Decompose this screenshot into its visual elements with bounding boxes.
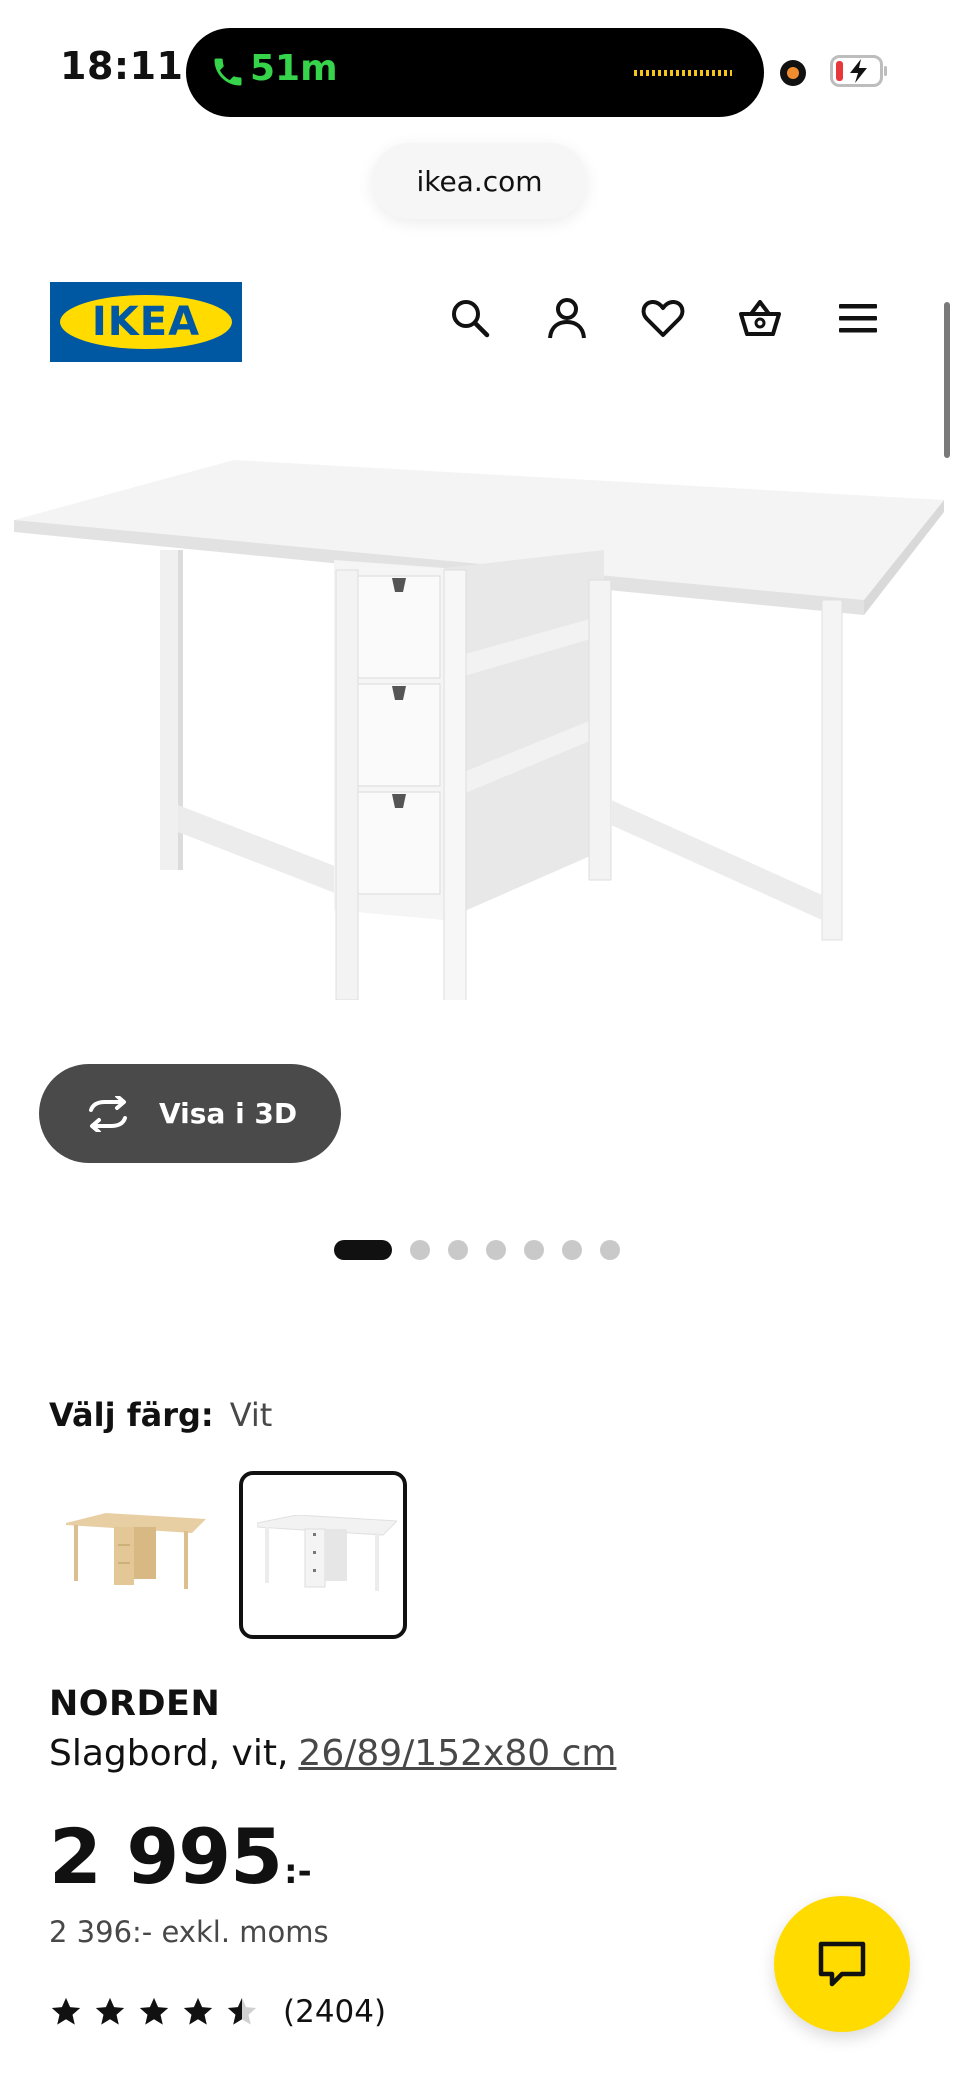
status-time: 18:11 bbox=[60, 44, 184, 88]
view-in-3d-button[interactable]: Visa i 3D bbox=[39, 1064, 341, 1163]
white-table-thumbnail bbox=[257, 1515, 397, 1591]
gallery-dot[interactable] bbox=[410, 1240, 430, 1260]
product-image[interactable] bbox=[14, 450, 944, 1000]
review-count: (2404) bbox=[283, 1994, 387, 2030]
color-swatch-birch[interactable] bbox=[52, 1471, 220, 1639]
star-full-icon bbox=[51, 1997, 81, 2025]
microphone-indicator-icon bbox=[780, 60, 806, 86]
heart-icon[interactable] bbox=[641, 296, 685, 340]
battery-charging-icon bbox=[830, 55, 887, 87]
star-half-icon bbox=[227, 1997, 257, 2025]
product-name: NORDEN bbox=[49, 1684, 221, 1724]
star-full-icon bbox=[139, 1997, 169, 2025]
basket-icon[interactable] bbox=[738, 296, 782, 340]
gallery-dot[interactable] bbox=[524, 1240, 544, 1260]
audio-waveform-icon bbox=[634, 70, 732, 76]
gallery-dot[interactable] bbox=[600, 1240, 620, 1260]
chat-icon bbox=[818, 1941, 866, 1987]
rating-stars[interactable]: (2404) bbox=[49, 1994, 386, 2030]
page-scrollbar[interactable] bbox=[944, 302, 950, 458]
product-type: Slagbord, vit, bbox=[49, 1733, 289, 1774]
gallery-dot[interactable] bbox=[486, 1240, 506, 1260]
star-full-icon bbox=[95, 1997, 125, 2025]
dynamic-island[interactable]: 51m bbox=[186, 28, 764, 117]
color-selected-value: Vit bbox=[229, 1396, 273, 1434]
product-dimensions-link[interactable]: 26/89/152x80 cm bbox=[298, 1733, 616, 1774]
view-in-3d-label: Visa i 3D bbox=[159, 1097, 298, 1130]
color-label-text: Välj färg: bbox=[49, 1396, 214, 1434]
product-price: 2 995:- bbox=[49, 1812, 312, 1901]
gallery-pagination[interactable] bbox=[334, 1240, 620, 1260]
chat-button[interactable] bbox=[774, 1896, 910, 2032]
gallery-dot[interactable] bbox=[562, 1240, 582, 1260]
color-picker-label: Välj färg: Vit bbox=[49, 1396, 272, 1434]
birch-table-thumbnail bbox=[66, 1513, 206, 1589]
price-suffix: :- bbox=[283, 1852, 312, 1892]
ikea-logo[interactable]: IKEA bbox=[50, 282, 242, 362]
search-icon[interactable] bbox=[448, 296, 492, 340]
gallery-dot[interactable] bbox=[448, 1240, 468, 1260]
call-duration: 51m bbox=[250, 48, 338, 89]
color-swatch-white[interactable] bbox=[239, 1471, 407, 1639]
address-bar[interactable]: ikea.com bbox=[372, 143, 587, 219]
product-description: Slagbord, vit, 26/89/152x80 cm bbox=[49, 1733, 616, 1774]
gallery-dot-active[interactable] bbox=[334, 1240, 392, 1260]
price-ex-vat: 2 396:- exkl. moms bbox=[49, 1915, 329, 1949]
phone-icon bbox=[214, 58, 242, 86]
star-full-icon bbox=[183, 1997, 213, 2025]
account-icon[interactable] bbox=[545, 296, 589, 340]
logo-text: IKEA bbox=[91, 299, 201, 345]
url-text: ikea.com bbox=[416, 164, 543, 198]
price-value: 2 995 bbox=[49, 1812, 283, 1901]
menu-icon[interactable] bbox=[836, 296, 880, 340]
rotate-3d-icon bbox=[89, 1095, 127, 1132]
